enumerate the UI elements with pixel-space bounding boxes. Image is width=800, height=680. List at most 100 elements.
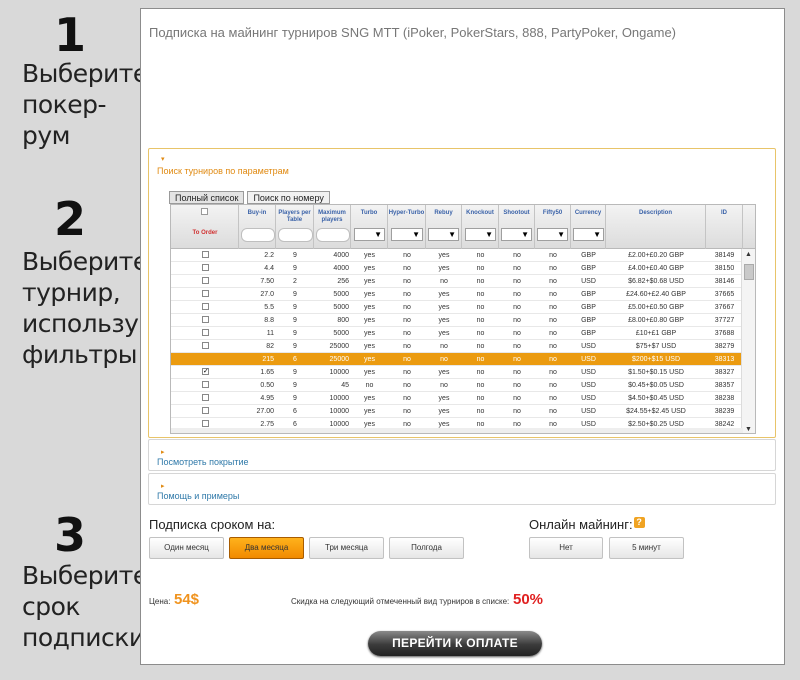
search-expand-arrow-icon[interactable]: ▾ [161, 155, 165, 163]
filter-max-input[interactable] [316, 228, 350, 242]
scroll-thumb[interactable] [744, 264, 754, 280]
cell-hyper: no [403, 382, 411, 389]
table-row[interactable]: 82 9 25000 yes no no no no no USD $75+$7 USD 38279 [171, 340, 743, 353]
cell-shoot: no [513, 382, 521, 389]
row-checkbox[interactable] [202, 407, 209, 414]
table-row[interactable]: 2.2 9 4000 yes no yes no no no GBP £2.00+£0.20 GBP… [171, 249, 743, 262]
cell-id: 38357 [714, 382, 735, 389]
filter-ppt-input[interactable] [278, 228, 313, 242]
table-row[interactable]: 215 6 25000 yes no no no no no USD $200+$15 USD 383… [171, 353, 743, 366]
period-two-months-button[interactable]: Два месяца [229, 537, 304, 559]
cell-ppt: 9 [293, 252, 297, 259]
cell-fifty: no [549, 408, 557, 415]
cell-cur: GBP [581, 304, 596, 311]
header-hyper-turbo[interactable]: Hyper-Turbo [388, 205, 426, 249]
search-section-label[interactable]: Поиск турниров по параметрам [157, 166, 289, 176]
filter-hyper-select[interactable]: ▼ [391, 228, 423, 241]
cell-fifty: no [549, 382, 557, 389]
row-checkbox[interactable]: ✓ [202, 368, 209, 375]
row-checkbox[interactable] [202, 251, 209, 258]
cell-turbo: yes [364, 343, 375, 350]
table-row[interactable]: 4.4 9 4000 yes no yes no no no GBP £4.00+£0.40 GBP… [171, 262, 743, 275]
help-section[interactable]: ▸ Помощь и примеры [148, 473, 776, 505]
cell-ko: no [476, 382, 485, 389]
coverage-section-label[interactable]: Посмотреть покрытие [157, 457, 249, 467]
filter-fifty50-select[interactable]: ▼ [537, 228, 568, 241]
cell-rebuy: no [440, 382, 448, 389]
period-half-year-button[interactable]: Полгода [389, 537, 464, 559]
row-checkbox[interactable] [202, 329, 209, 336]
cell-ko: no [476, 265, 485, 272]
cell-fifty: no [549, 317, 557, 324]
cell-ko: no [476, 330, 485, 337]
table-row[interactable]: 7.50 2 256 yes no no no no no USD $6.82+$0.68 USD 3… [171, 275, 743, 288]
scroll-down-arrow-icon[interactable]: ▼ [745, 426, 752, 433]
table-row[interactable]: 4.95 9 10000 yes no yes no no no USD $4.50+$0.45 U… [171, 392, 743, 405]
filter-turbo-select[interactable]: ▼ [354, 228, 385, 241]
table-horizontal-scrollbar[interactable] [171, 428, 743, 433]
help-question-icon[interactable]: ? [633, 517, 645, 528]
scroll-up-arrow-icon[interactable]: ▲ [745, 251, 752, 258]
mining-none-button[interactable]: Нет [529, 537, 603, 559]
row-checkbox[interactable] [202, 381, 209, 388]
row-checkbox[interactable] [202, 303, 209, 310]
header-max-players[interactable]: Maximum players [314, 205, 351, 249]
mining-5min-button[interactable]: 5 минут [609, 537, 684, 559]
tab-full-list[interactable]: Полный список [169, 191, 245, 204]
header-knockout[interactable]: Knockout [462, 205, 499, 249]
filter-buyin-input[interactable] [241, 228, 275, 242]
row-checkbox[interactable] [202, 290, 209, 297]
cell-fifty: no [549, 265, 557, 272]
cell-cur: USD [581, 369, 596, 376]
row-checkbox[interactable] [202, 433, 209, 434]
help-section-label[interactable]: Помощь и примеры [157, 491, 239, 501]
subscription-label: Подписка сроком на: [149, 517, 276, 532]
table-row[interactable]: 8.8 9 800 yes no yes no no no GBP £8.00+£0.80 GBP 3… [171, 314, 743, 327]
filter-knockout-select[interactable]: ▼ [465, 228, 496, 241]
step-2-line: используя [22, 309, 153, 338]
step-3-line: Выберите [22, 561, 148, 590]
header-buyin[interactable]: Buy-in [239, 205, 276, 249]
proceed-to-payment-button[interactable]: ПЕРЕЙТИ К ОПЛАТЕ [368, 631, 542, 656]
cell-desc: $1.50+$0.15 USD [628, 369, 684, 376]
table-row[interactable]: 5.5 9 5000 yes no yes no no no GBP £5.00+£0.50 GBP… [171, 301, 743, 314]
period-three-months-button[interactable]: Три месяца [309, 537, 384, 559]
cell-id: 38150 [714, 265, 735, 272]
table-row[interactable]: 27.0 9 5000 yes no yes no no no GBP £24.60+£2.40 G… [171, 288, 743, 301]
coverage-expand-arrow-icon[interactable]: ▸ [161, 448, 165, 456]
row-checkbox[interactable] [202, 264, 209, 271]
header-currency[interactable]: Currency [571, 205, 606, 249]
header-shootout[interactable]: Shootout [499, 205, 535, 249]
table-vertical-scrollbar[interactable]: ▲ ▼ [741, 249, 755, 433]
row-checkbox[interactable] [202, 420, 209, 427]
filter-shootout-select[interactable]: ▼ [501, 228, 532, 241]
period-one-month-button[interactable]: Один месяц [149, 537, 224, 559]
select-all-checkbox[interactable] [201, 208, 208, 215]
row-checkbox[interactable] [202, 316, 209, 323]
header-fifty50[interactable]: Fifty50 [535, 205, 571, 249]
table-row[interactable]: 27.00 6 10000 yes no yes no no no USD $24.55+$2.45… [171, 405, 743, 418]
cell-hyper: no [403, 369, 411, 376]
header-description[interactable]: Description [606, 205, 706, 249]
cell-rebuy: no [440, 356, 448, 363]
header-id[interactable]: ID [706, 205, 743, 249]
table-row[interactable]: 11 9 5000 yes no yes no no no GBP £10+£1 GBP 37688 [171, 327, 743, 340]
cell-max: 5000 [333, 304, 349, 311]
table-row[interactable]: 0.50 9 45 no no no no no no USD $0.45+$0.05 USD 383… [171, 379, 743, 392]
tab-search-by-number[interactable]: Поиск по номеру [247, 191, 330, 204]
table-row[interactable]: ✓ 1.65 9 10000 yes no yes no no no USD $1.50+$0.15 … [171, 366, 743, 379]
filter-rebuy-select[interactable]: ▼ [428, 228, 459, 241]
header-players-per-table[interactable]: Players per Table [276, 205, 314, 249]
row-checkbox[interactable] [202, 342, 209, 349]
header-turbo[interactable]: Turbo [351, 205, 388, 249]
cell-id: 38239 [714, 408, 735, 415]
row-checkbox[interactable] [202, 277, 209, 284]
cell-id: 37665 [714, 291, 735, 298]
cell-id: 38327 [714, 369, 735, 376]
header-rebuy[interactable]: Rebuy [426, 205, 462, 249]
filter-currency-select[interactable]: ▼ [573, 228, 604, 241]
row-checkbox[interactable] [202, 394, 209, 401]
coverage-section[interactable]: ▸ Посмотреть покрытие [148, 439, 776, 471]
discount-value: 50% [513, 591, 544, 608]
help-expand-arrow-icon[interactable]: ▸ [161, 482, 165, 490]
